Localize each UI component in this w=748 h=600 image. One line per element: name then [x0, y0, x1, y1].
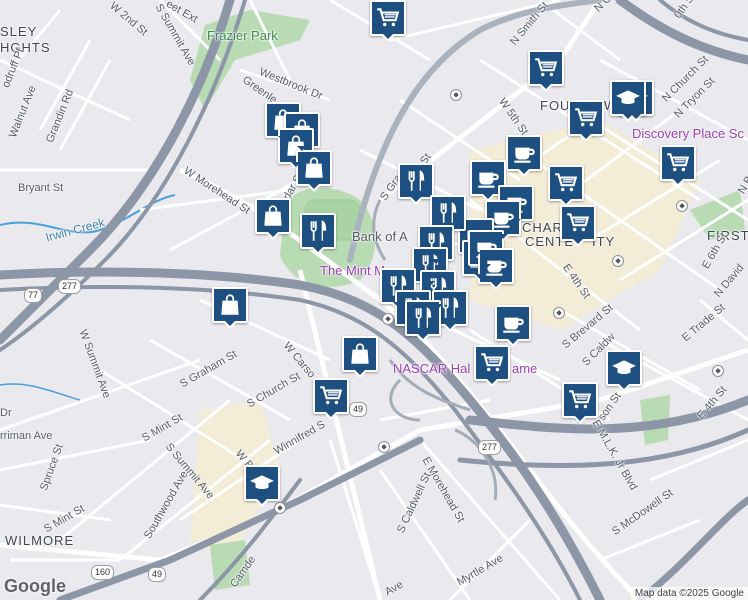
highway-shield-277-b: 277: [478, 440, 502, 455]
poi-marker-shopping[interactable]: [342, 336, 378, 378]
fork-knife-icon: [305, 218, 331, 244]
cart-icon: [665, 150, 691, 176]
cart-icon: [318, 383, 344, 409]
poi-marker-school[interactable]: [606, 350, 642, 392]
transit-stop-icon[interactable]: ⬥: [676, 200, 688, 212]
street-label-bryant: Bryant St: [18, 182, 64, 194]
poi-marker-grocery[interactable]: [560, 205, 596, 247]
poi-marker-grocery[interactable]: [548, 165, 584, 207]
fourth-ward-label: FOU: [540, 98, 571, 113]
frazier-park-label: Frazier Park: [207, 28, 278, 43]
google-logo: Google: [4, 576, 66, 596]
graduation-cap-icon: [611, 355, 637, 381]
transit-stop-icon[interactable]: ⬥: [382, 313, 394, 325]
map-attribution[interactable]: Map data ©2025 Google: [630, 587, 748, 600]
poi-marker-grocery[interactable]: [370, 0, 406, 42]
poi-marker-grocery[interactable]: [562, 382, 598, 424]
shopping-bag-icon: [217, 292, 243, 318]
highway-shield-277-a: 277: [58, 279, 82, 294]
cart-icon: [533, 55, 559, 81]
transit-stop-icon[interactable]: ⬥: [274, 502, 286, 514]
shopping-bag-icon: [301, 155, 327, 181]
poi-marker-grocery[interactable]: [568, 100, 604, 142]
charlotte-center-label-1: CHAR: [522, 220, 563, 235]
transit-stop-icon[interactable]: ⬥: [553, 307, 565, 319]
cart-icon: [553, 170, 579, 196]
wilmore-label: WILMORE: [5, 533, 75, 548]
fork-knife-icon: [403, 168, 429, 194]
poi-marker-restaurant[interactable]: [300, 213, 336, 255]
poi-marker-grocery[interactable]: [313, 378, 349, 420]
poi-marker-cafe[interactable]: [495, 305, 531, 347]
cart-icon: [479, 350, 505, 376]
highway-shield-49-a: 49: [349, 402, 368, 417]
cart-icon: [565, 210, 591, 236]
transit-stop-icon[interactable]: ⬥: [712, 365, 724, 377]
transit-stop-icon[interactable]: ⬥: [612, 255, 624, 267]
poi-marker-grocery[interactable]: [474, 345, 510, 387]
poi-marker-restaurant[interactable]: [398, 163, 434, 205]
street-label-dr: Dr: [0, 407, 12, 419]
discovery-place-label: Discovery Place Sc: [632, 126, 744, 141]
poi-marker-grocery[interactable]: [528, 50, 564, 92]
poi-marker-school[interactable]: [610, 80, 646, 122]
street-label-rriman: rriman Ave: [0, 430, 53, 442]
nascar-hall-label-2: ame: [512, 361, 538, 376]
highway-shield-77: 77: [24, 288, 43, 303]
highway-shield-49-b: 49: [148, 567, 167, 582]
cup-icon: [500, 310, 526, 336]
poi-marker-shopping[interactable]: [212, 287, 248, 329]
shopping-bag-icon: [260, 203, 286, 229]
cup-icon: [511, 140, 537, 166]
poi-marker-shopping[interactable]: [296, 150, 332, 192]
poi-marker-grocery[interactable]: [660, 145, 696, 187]
the-mint-label: The Mint M: [320, 263, 386, 278]
highway-shield-160: 160: [91, 565, 115, 580]
graduation-cap-icon: [249, 470, 275, 496]
transit-stop-icon[interactable]: ⬥: [450, 89, 462, 101]
shopping-bag-icon: [347, 341, 373, 367]
cart-icon: [573, 105, 599, 131]
transit-stop-icon[interactable]: ⬥: [378, 441, 390, 453]
bank-of-america-label: Bank of A: [352, 229, 408, 244]
nascar-hall-label: NASCAR Hal: [393, 361, 471, 376]
poi-marker-shopping[interactable]: [255, 198, 291, 240]
fork-knife-icon: [435, 200, 461, 226]
graduation-cap-icon: [615, 85, 641, 111]
cart-icon: [375, 5, 401, 31]
neighborhood-label-sley-1: SLEY: [0, 24, 38, 39]
poi-marker-cafe[interactable]: [506, 135, 542, 177]
cart-icon: [567, 387, 593, 413]
poi-marker-school[interactable]: [244, 465, 280, 507]
